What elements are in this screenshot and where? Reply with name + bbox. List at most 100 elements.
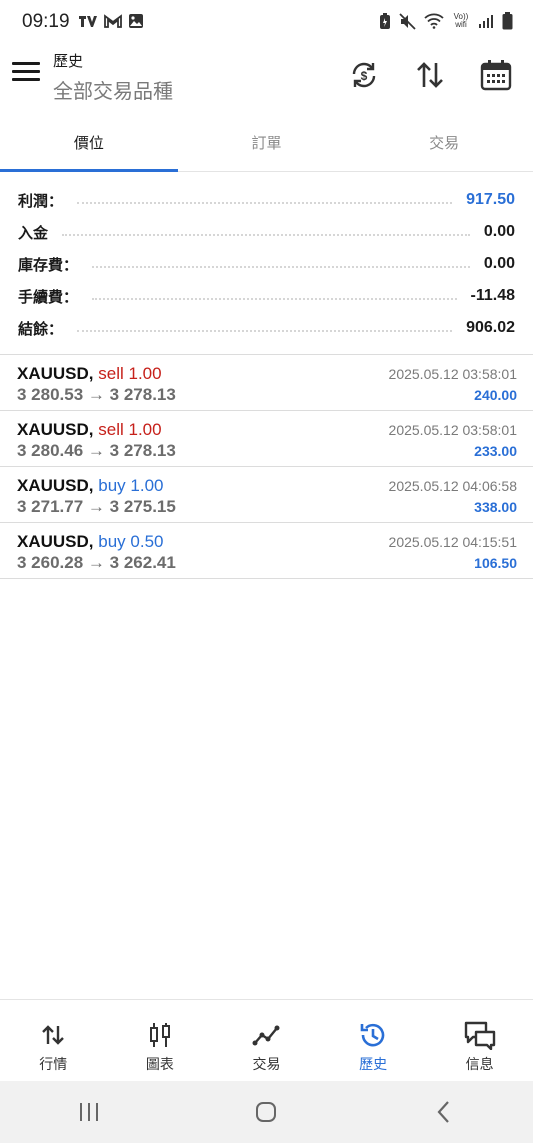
trade-symbol: XAUUSD, (17, 420, 94, 439)
close-price: 3 278.13 (109, 385, 176, 404)
summary-value: 0.00 (483, 223, 515, 240)
trade-time: 2025.05.12 03:58:01 (388, 422, 517, 438)
recent-apps-button[interactable] (59, 1092, 119, 1132)
trade-row[interactable]: XAUUSD, sell 1.00 3 280.46 → 3 278.13 20… (0, 411, 533, 467)
summary-label: 結餘： (18, 319, 64, 338)
status-time: 09:19 (22, 11, 70, 32)
trade-profit: 338.00 (474, 499, 517, 515)
nav-history[interactable]: 歷史 (320, 1000, 427, 1081)
dotted-leader (77, 202, 453, 204)
wifi-icon (424, 13, 444, 29)
nav-label: 行情 (39, 1057, 68, 1073)
calendar-button[interactable] (477, 56, 515, 94)
trade-title: XAUUSD, buy 0.50 (17, 532, 164, 552)
open-price: 3 280.46 (17, 441, 84, 460)
back-icon (437, 1101, 449, 1123)
trade-icon (213, 1020, 320, 1050)
vowifi-icon: Vo)) wifi (453, 12, 469, 29)
trade-time: 2025.05.12 03:58:01 (388, 366, 517, 382)
trade-title: XAUUSD, buy 1.00 (17, 476, 164, 496)
trade-symbol: XAUUSD, (17, 532, 94, 551)
tab-orders[interactable]: 訂單 (178, 120, 356, 171)
trade-time: 2025.05.12 04:06:58 (388, 478, 517, 494)
open-price: 3 280.53 (17, 385, 84, 404)
sync-icon: $ (352, 62, 376, 88)
summary-value: 0.00 (483, 255, 515, 272)
close-price: 3 278.13 (109, 441, 176, 460)
arrow: → (87, 385, 105, 404)
nav-label: 信息 (465, 1057, 494, 1073)
symbol-filter[interactable]: 全部交易品種 (53, 75, 173, 104)
chart-icon (107, 1020, 214, 1050)
svg-text:$: $ (361, 69, 368, 83)
summary-label: 手續費： (18, 287, 79, 306)
summary-label: 利潤： (18, 191, 64, 210)
summary-row-profit: 利潤： 917.50 (0, 184, 533, 216)
trade-prices: 3 280.53 → 3 278.13 (17, 385, 176, 405)
nav-messages[interactable]: 信息 (426, 1000, 533, 1081)
trade-prices: 3 280.46 → 3 278.13 (17, 441, 176, 461)
calendar-icon (480, 60, 512, 91)
nav-quotes[interactable]: 行情 (0, 1000, 107, 1081)
mute-icon (399, 12, 416, 30)
nav-label: 歷史 (359, 1057, 388, 1073)
signal-icon (478, 14, 494, 28)
close-price: 3 262.41 (109, 553, 176, 572)
sync-button[interactable]: $ (345, 56, 383, 94)
summary-row-balance: 結餘： 906.02 (0, 312, 533, 344)
tab-positions[interactable]: 價位 (0, 120, 178, 172)
trade-title: XAUUSD, sell 1.00 (17, 364, 162, 384)
open-price: 3 260.28 (17, 553, 84, 572)
tab-deals[interactable]: 交易 (355, 120, 533, 171)
battery-icon (502, 12, 513, 30)
trade-profit: 106.50 (474, 555, 517, 571)
nav-trade[interactable]: 交易 (213, 1000, 320, 1081)
header-actions: $ (345, 56, 515, 94)
summary-value: -11.48 (470, 287, 515, 304)
trade-symbol: XAUUSD, (17, 364, 94, 383)
history-icon (320, 1020, 427, 1050)
trade-title: XAUUSD, sell 1.00 (17, 420, 162, 440)
menu-button[interactable] (12, 62, 40, 86)
arrow: → (87, 553, 105, 572)
status-bar: 09:19 Vo)) wifi (0, 0, 533, 44)
trade-symbol: XAUUSD, (17, 476, 94, 495)
sort-icon (417, 62, 443, 88)
trade-side: sell 1.00 (98, 420, 162, 439)
close-price: 3 275.15 (109, 497, 176, 516)
trade-prices: 3 271.77 → 3 275.15 (17, 497, 176, 517)
trade-side: buy 0.50 (98, 532, 164, 551)
status-left-icons (78, 13, 144, 29)
bottom-nav: 行情 圖表 交易 歷史 信息 (0, 999, 533, 1081)
summary-label: 庫存費： (18, 255, 79, 274)
gmail-icon (104, 14, 122, 28)
home-button[interactable] (236, 1092, 296, 1132)
trade-row[interactable]: XAUUSD, sell 1.00 3 280.53 → 3 278.13 20… (0, 355, 533, 411)
summary-label: 入金 (18, 223, 49, 242)
tab-bar: 價位 訂單 交易 (0, 120, 533, 172)
trade-row[interactable]: XAUUSD, buy 1.00 3 271.77 → 3 275.15 202… (0, 467, 533, 523)
trade-time: 2025.05.12 04:15:51 (388, 534, 517, 550)
gallery-icon (128, 13, 144, 29)
home-icon (256, 1102, 277, 1122)
dotted-leader (92, 266, 470, 268)
system-nav-bar (0, 1081, 533, 1143)
nav-label: 交易 (252, 1057, 281, 1073)
trade-side: buy 1.00 (98, 476, 164, 495)
summary-value: 906.02 (466, 319, 515, 336)
nav-chart[interactable]: 圖表 (107, 1000, 214, 1081)
dotted-leader (92, 298, 457, 300)
quotes-icon (0, 1020, 107, 1050)
summary-row-deposit: 入金 0.00 (0, 216, 533, 248)
summary-panel: 利潤： 917.50 入金 0.00 庫存費： 0.00 手續費： -11.48… (0, 184, 533, 344)
sort-button[interactable] (411, 56, 449, 94)
page-title: 歷史 (53, 52, 84, 70)
summary-row-swap: 庫存費： 0.00 (0, 248, 533, 280)
trade-row[interactable]: XAUUSD, buy 0.50 3 260.28 → 3 262.41 202… (0, 523, 533, 579)
dotted-leader (77, 330, 453, 332)
messages-icon (426, 1020, 533, 1050)
back-button[interactable] (414, 1092, 474, 1132)
nav-label: 圖表 (145, 1057, 174, 1073)
arrow: → (87, 497, 105, 516)
summary-row-commission: 手續費： -11.48 (0, 280, 533, 312)
